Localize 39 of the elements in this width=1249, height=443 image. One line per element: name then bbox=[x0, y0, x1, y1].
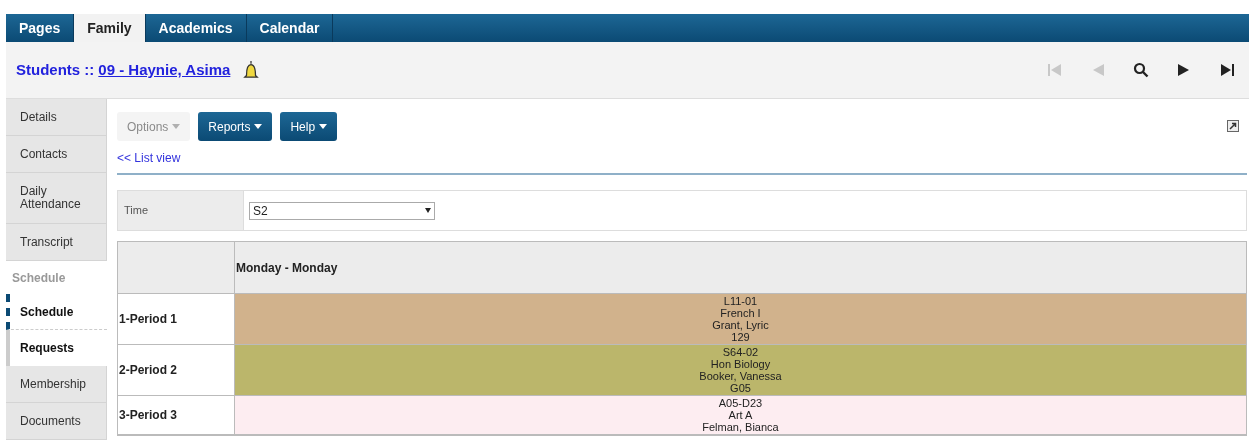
student-link[interactable]: 09 - Haynie, Asima bbox=[98, 58, 231, 82]
class-detail: Hon Biology bbox=[710, 358, 771, 370]
caret-icon bbox=[172, 124, 181, 129]
sidebar-tab[interactable]: Contacts bbox=[6, 136, 107, 173]
sidebar-subtab[interactable]: Schedule bbox=[6, 294, 107, 330]
popout-icon[interactable] bbox=[1227, 120, 1239, 132]
toolbar-button[interactable]: Reports bbox=[198, 112, 273, 141]
sidebar-tab[interactable]: Transcript bbox=[6, 224, 107, 261]
caret-icon bbox=[254, 124, 263, 129]
class-detail: G05 bbox=[730, 382, 751, 394]
class-detail: L11-01 bbox=[723, 295, 758, 307]
class-detail: Art A bbox=[728, 409, 753, 421]
filter-label: Time bbox=[118, 191, 244, 230]
period-cell: 3-Period 3 bbox=[118, 396, 235, 434]
sidebar-tab[interactable]: Membership bbox=[6, 366, 107, 403]
list-view-link[interactable]: << List view bbox=[117, 149, 1247, 167]
class-detail: 129 bbox=[731, 331, 750, 343]
sidebar-tab[interactable]: Daily Attendance bbox=[6, 173, 107, 224]
caret-icon bbox=[319, 124, 328, 129]
period-cell: 1-Period 1 bbox=[118, 294, 235, 344]
class-detail: Felman, Bianca bbox=[702, 421, 779, 433]
class-detail: Booker, Vanessa bbox=[699, 370, 782, 382]
toolbar-button[interactable]: Help bbox=[280, 112, 338, 141]
sidebar-tab[interactable]: Documents bbox=[6, 403, 107, 440]
class-detail: A05-D23 bbox=[718, 397, 763, 409]
sidebar-section-label: Schedule bbox=[11, 269, 67, 287]
column-header: Monday - Monday bbox=[235, 259, 339, 277]
caret-icon bbox=[425, 208, 431, 213]
class-detail: Grant, Lyric bbox=[712, 319, 769, 331]
bell-icon[interactable] bbox=[242, 60, 261, 80]
search-icon[interactable] bbox=[1133, 62, 1149, 78]
breadcrumb-label: Students :: bbox=[16, 59, 95, 80]
top-tab[interactable]: Family bbox=[74, 14, 146, 42]
sidebar-tab[interactable]: Details bbox=[6, 99, 107, 136]
period-cell: 2-Period 2 bbox=[118, 345, 235, 395]
class-detail: S64-02 bbox=[722, 346, 759, 358]
class-detail: French I bbox=[720, 307, 761, 319]
time-select[interactable]: S2 bbox=[249, 201, 435, 220]
last-icon[interactable] bbox=[1219, 62, 1235, 78]
